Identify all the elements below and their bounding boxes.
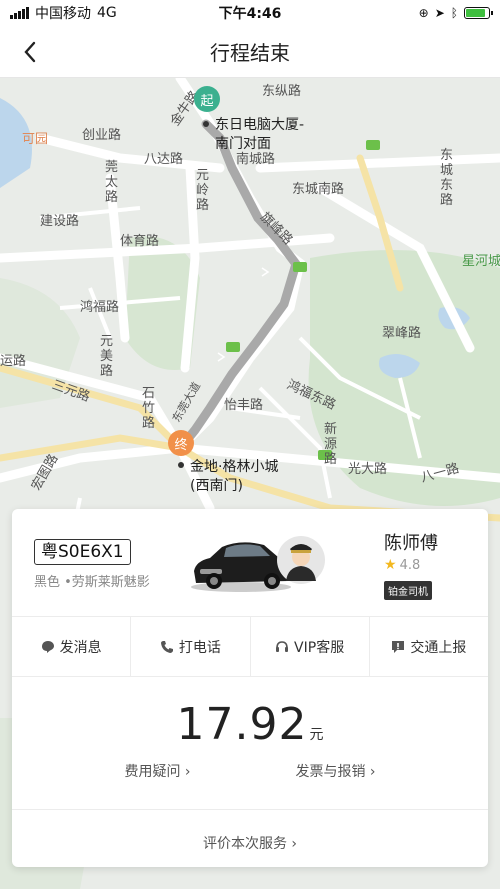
invoice-label: 发票与报销 xyxy=(295,764,366,780)
fare-links: 费用疑问 › 发票与报销 › xyxy=(12,761,488,781)
end-pin[interactable]: 终 xyxy=(168,430,194,456)
map-label-road: 体育路 xyxy=(120,234,160,249)
map-label-road: 新源路 xyxy=(324,422,338,467)
fare-question-link[interactable]: 费用疑问 › xyxy=(124,761,190,781)
traffic-report-button[interactable]: 交通上报 xyxy=(370,617,488,676)
fare-unit: 元 xyxy=(309,727,324,743)
map-label-road: 创业路 xyxy=(82,128,122,143)
action-label: 交通上报 xyxy=(410,639,467,656)
chevron-right-icon: › xyxy=(184,764,191,780)
network-label: 4G xyxy=(97,5,117,21)
nav-bar: 行程结束 xyxy=(0,26,500,78)
action-label: 打电话 xyxy=(178,639,221,656)
map-label-place: 星河城 xyxy=(462,254,500,269)
chevron-left-icon xyxy=(24,41,36,63)
status-right: ⊕ ➤ ᛒ xyxy=(418,6,493,20)
status-left: 中国移动 4G xyxy=(10,3,117,23)
map-label-road: 鸿福路 xyxy=(80,300,120,315)
chevron-right-icon: › xyxy=(291,836,298,852)
map-label-place: 可园 xyxy=(22,132,49,147)
map-label-road: 东城南路 xyxy=(292,182,345,197)
start-address: 东日电脑大厦- 南门对面 xyxy=(215,117,305,152)
map-label-road: 元美路 xyxy=(100,334,114,379)
message-icon xyxy=(41,640,54,653)
bluetooth-icon: ᛒ xyxy=(450,6,458,20)
fare-question-label: 费用疑问 xyxy=(124,764,181,780)
invoice-link[interactable]: 发票与报销 › xyxy=(295,761,375,781)
map-label-road: 八达路 xyxy=(144,152,184,167)
end-point-dot xyxy=(178,462,184,468)
lock-rotation-icon: ⊕ xyxy=(418,6,429,20)
chevron-right-icon: › xyxy=(369,764,376,780)
driver-level-badge: 铂金司机 xyxy=(384,581,432,600)
map-label-road: 石竹路 xyxy=(142,386,156,431)
start-point-dot xyxy=(203,121,209,127)
driver-avatar xyxy=(277,536,325,584)
map-label-road: 建设路 xyxy=(40,214,80,229)
driver-section: 粤S0E6X1 黑色 •劳斯莱斯魅影 陈师傅 ★ 4.8 铂金司机 xyxy=(12,509,488,617)
divider xyxy=(12,809,488,810)
page-title: 行程结束 xyxy=(210,41,290,65)
rate-service-label: 评价本次服务 xyxy=(202,836,287,852)
status-time: 下午4:46 xyxy=(218,6,282,22)
license-plate: 粤S0E6X1 xyxy=(34,539,131,565)
action-label: 发消息 xyxy=(59,639,102,656)
battery-icon xyxy=(464,7,493,19)
fare-display: 17.92 元 xyxy=(12,699,488,750)
back-button[interactable] xyxy=(14,36,46,68)
carrier-label: 中国移动 xyxy=(35,6,91,22)
end-address: 金地·格林小城 (西南门) xyxy=(190,459,279,494)
map-label-road: 莞太路 xyxy=(105,160,119,205)
report-icon xyxy=(392,640,405,653)
start-pin[interactable]: 起 xyxy=(194,86,220,112)
signal-icon xyxy=(10,7,29,19)
star-icon: ★ xyxy=(384,557,397,573)
rate-service-link[interactable]: 评价本次服务 › xyxy=(12,833,488,853)
status-bar: 中国移动 4G 下午4:46 ⊕ ➤ ᛒ xyxy=(0,0,500,26)
map-label-road: 元岭路 xyxy=(196,168,210,213)
rating-value: 4.8 xyxy=(399,557,421,573)
action-bar: 发消息 打电话 VIP客服 交通上报 xyxy=(12,617,488,677)
call-button[interactable]: 打电话 xyxy=(131,617,251,676)
map-label-road: 翠峰路 xyxy=(382,326,422,341)
map-label-road: 东纵路 xyxy=(262,84,302,99)
map-label-road: 运路 xyxy=(0,354,27,369)
vip-support-button[interactable]: VIP客服 xyxy=(251,617,370,676)
map-label-road: 光大路 xyxy=(348,462,388,477)
driver-name: 陈师傅 xyxy=(384,533,438,554)
map-label-road: 东城东路 xyxy=(440,148,454,208)
send-message-button[interactable]: 发消息 xyxy=(12,617,132,676)
location-arrow-icon: ➤ xyxy=(434,6,445,20)
fare-amount: 17.92 xyxy=(176,699,308,750)
action-label: VIP客服 xyxy=(294,639,345,656)
phone-icon xyxy=(160,640,173,653)
trip-summary-card: 粤S0E6X1 黑色 •劳斯莱斯魅影 陈师傅 ★ 4.8 铂金司机 发消息 打电… xyxy=(12,509,488,867)
headset-icon xyxy=(276,640,289,652)
map-label-road: 怡丰路 xyxy=(224,398,264,413)
car-description: 黑色 •劳斯莱斯魅影 xyxy=(34,575,150,590)
driver-rating: ★ 4.8 xyxy=(384,557,420,573)
